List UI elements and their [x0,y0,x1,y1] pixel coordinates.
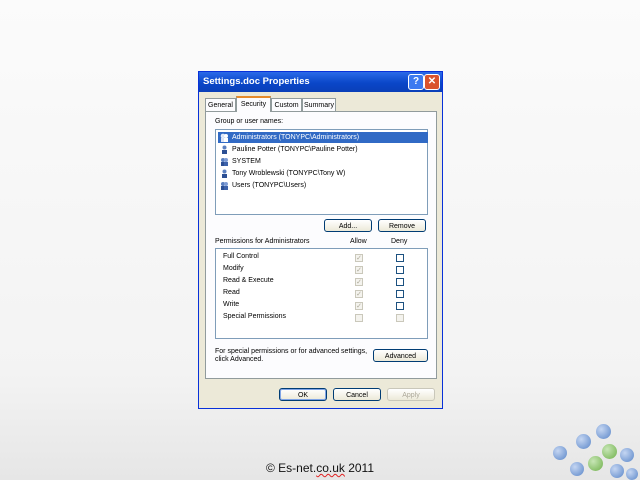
allow-read-execute-checkbox: ✓ [355,278,363,286]
ok-button[interactable]: OK [279,388,327,401]
permission-write: Write [223,301,240,308]
logo-dot [576,434,591,449]
deny-full-control-checkbox[interactable] [396,254,404,262]
tab-summary[interactable]: Summary [302,98,336,111]
copyright-domain: co.uk [316,461,345,475]
add-button[interactable]: Add... [324,219,372,232]
user-listbox[interactable]: Administrators (TONYPC\Administrators) P… [215,129,428,215]
list-item[interactable]: Tony Wroblewski (TONYPC\Tony W) [218,168,348,179]
properties-dialog: Settings.doc Properties ? ✕ General Secu… [198,71,443,409]
group-icon [220,133,228,142]
tab-security[interactable]: Security [236,96,271,112]
logo-dot [602,444,617,459]
tab-custom[interactable]: Custom [271,98,302,111]
list-item[interactable]: Users (TONYPC\Users) [218,180,309,191]
deny-read-checkbox[interactable] [396,290,404,298]
cancel-button[interactable]: Cancel [333,388,381,401]
user-name: Pauline Potter (TONYPC\Pauline Potter) [232,146,358,153]
logo-dot [588,456,603,471]
dialog-title: Settings.doc Properties [203,76,310,87]
title-bar[interactable]: Settings.doc Properties ? ✕ [199,72,442,92]
group-icon [221,182,228,190]
close-button[interactable]: ✕ [424,74,440,90]
logo-dot [570,462,584,476]
allow-full-control-checkbox: ✓ [355,254,363,262]
copyright-year: 2011 [344,461,375,475]
permissions-list: Full Control ✓ Modify ✓ Read & Execute ✓… [215,248,428,339]
permission-read: Read [223,289,240,296]
advanced-hint-line1: For special permissions or for advanced … [215,348,368,355]
deny-read-execute-checkbox[interactable] [396,278,404,286]
allow-modify-checkbox: ✓ [355,266,363,274]
list-item[interactable]: Administrators (TONYPC\Administrators) [218,132,428,143]
allow-special-checkbox [355,314,363,322]
group-icon [221,158,228,166]
logo-dot [610,464,624,478]
logo-dot [596,424,611,439]
user-name: Administrators (TONYPC\Administrators) [232,134,360,141]
permission-full-control: Full Control [223,253,259,260]
logo-dot [553,446,567,460]
allow-write-checkbox: ✓ [355,302,363,310]
help-button[interactable]: ? [408,74,424,90]
deny-modify-checkbox[interactable] [396,266,404,274]
user-name: Tony Wroblewski (TONYPC\Tony W) [232,170,346,177]
copyright-footer: © Es-net.co.uk 2011 [0,461,640,475]
copyright-prefix: © Es-net. [265,461,317,475]
advanced-hint-line2: click Advanced. [215,356,264,363]
logo-dots [548,420,640,480]
user-icon [222,145,227,154]
remove-button[interactable]: Remove [378,219,426,232]
logo-dot [626,468,638,480]
deny-header: Deny [391,238,408,245]
logo-dot [620,448,634,462]
security-panel: Group or user names: Administrators (TON… [205,111,437,379]
user-name: Users (TONYPC\Users) [232,182,307,189]
advanced-button[interactable]: Advanced [373,349,428,362]
permission-modify: Modify [223,265,244,272]
user-icon [222,169,227,178]
allow-header: Allow [350,238,367,245]
deny-special-checkbox [396,314,404,322]
group-label: Group or user names: [215,118,284,125]
list-item[interactable]: SYSTEM [218,156,264,167]
permission-read-execute: Read & Execute [223,277,274,284]
permission-special: Special Permissions [223,313,287,320]
deny-write-checkbox[interactable] [396,302,404,310]
permissions-label: Permissions for Administrators [215,238,310,245]
allow-read-checkbox: ✓ [355,290,363,298]
list-item[interactable]: Pauline Potter (TONYPC\Pauline Potter) [218,144,361,155]
apply-button[interactable]: Apply [387,388,435,401]
user-name: SYSTEM [232,158,261,165]
tab-general[interactable]: General [205,98,236,111]
